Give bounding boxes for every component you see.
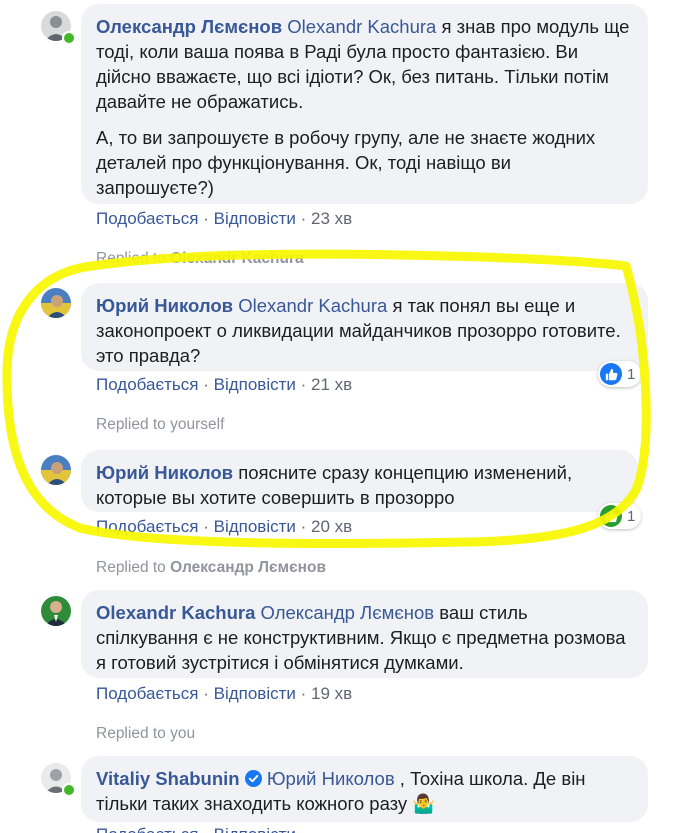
comment-time[interactable]: 20 хв bbox=[311, 517, 352, 536]
like-button[interactable]: Подобається bbox=[96, 209, 199, 228]
comment-text: Юрий Николов поясните сразу концепцию из… bbox=[96, 460, 622, 510]
like-button[interactable]: Подобається bbox=[96, 825, 199, 833]
online-status-indicator bbox=[62, 783, 76, 797]
reaction-summary[interactable]: 1 bbox=[598, 361, 642, 387]
replied-to-name[interactable]: Олександр Лємєнов bbox=[170, 559, 326, 576]
avatar-olexandr-kachura[interactable] bbox=[41, 596, 71, 626]
reply-button[interactable]: Відповісти bbox=[214, 209, 296, 228]
comment-bubble: Олександр Лємєнов Olexandr Kachura я зна… bbox=[81, 4, 648, 204]
reply-button[interactable]: Відповісти bbox=[214, 517, 296, 536]
comment-text: Олександр Лємєнов Olexandr Kachura я зна… bbox=[96, 14, 632, 114]
comment-text: Olexandr Kachura Олександр Лємєнов ваш с… bbox=[96, 600, 632, 675]
comment-actions: Подобається · Відповісти · 20 хв bbox=[96, 517, 353, 536]
replied-to-label: Replied to yourself bbox=[96, 416, 224, 434]
replied-prefix: Replied to bbox=[96, 559, 166, 576]
replied-to-label: Replied to Олександр Лємєнов bbox=[96, 559, 326, 577]
reply-button[interactable]: Відповісти bbox=[214, 825, 296, 833]
comment-bubble: Юрий Николов поясните сразу концепцию из… bbox=[81, 450, 638, 512]
like-button[interactable]: Подобається bbox=[96, 684, 199, 703]
comment-author[interactable]: Vitaliy Shabunin bbox=[96, 768, 240, 789]
thumbs-up-icon bbox=[600, 505, 622, 527]
comment-time[interactable]: 19 хв bbox=[311, 684, 352, 703]
verified-badge-icon bbox=[244, 770, 262, 787]
replied-to-name[interactable]: you bbox=[170, 725, 195, 742]
replied-to-name[interactable]: yourself bbox=[170, 416, 224, 433]
comment-mention[interactable]: Olexandr Kachura bbox=[287, 16, 436, 37]
reaction-count: 1 bbox=[627, 365, 636, 383]
comment-bubble: Юрий Николов Olexandr Kachura я так поня… bbox=[81, 283, 648, 371]
comment-author[interactable]: Олександр Лємєнов bbox=[96, 16, 282, 37]
comment-author[interactable]: Юрий Николов bbox=[96, 462, 233, 483]
comment-mention[interactable]: Olexandr Kachura bbox=[238, 295, 387, 316]
comment-actions: Подобається · Відповісти · 19 хв bbox=[96, 684, 353, 703]
reply-button[interactable]: Відповісти bbox=[214, 684, 296, 703]
comment-bubble: Vitaliy Shabunin Юрий Николов , Тохіна ш… bbox=[81, 756, 648, 822]
comment-actions: Подобається · Відповісти · 21 хв bbox=[96, 375, 353, 394]
avatar-yuriy-nikolov[interactable] bbox=[41, 288, 71, 318]
comment-author[interactable]: Olexandr Kachura bbox=[96, 602, 255, 623]
replied-prefix: Replied to bbox=[96, 250, 166, 267]
shrug-emoji-icon: 🤷‍♂️ bbox=[412, 793, 436, 814]
comment-text: Vitaliy Shabunin Юрий Николов , Тохіна ш… bbox=[96, 766, 632, 816]
replied-prefix: Replied to bbox=[96, 416, 166, 433]
comment-mention[interactable]: Юрий Николов bbox=[267, 768, 395, 789]
replied-to-label: Replied to Olexandr Kachura bbox=[96, 250, 304, 268]
comment-time[interactable]: 21 хв bbox=[311, 375, 352, 394]
reply-button[interactable]: Відповісти bbox=[214, 375, 296, 394]
reaction-count: 1 bbox=[627, 507, 636, 525]
comment-author[interactable]: Юрий Николов bbox=[96, 295, 233, 316]
comment-mention[interactable]: Олександр Лємєнов bbox=[261, 602, 435, 623]
comment-actions: Подобається · Відповісти · 23 хв bbox=[96, 209, 353, 228]
comment-actions-partial: Подобається · Відповісти bbox=[96, 825, 296, 833]
comment-bubble: Olexandr Kachura Олександр Лємєнов ваш с… bbox=[81, 590, 648, 678]
comment-text: Юрий Николов Olexandr Kachura я так поня… bbox=[96, 293, 632, 368]
like-button[interactable]: Подобається bbox=[96, 375, 199, 394]
avatar-yuriy-nikolov[interactable] bbox=[41, 455, 71, 485]
like-button[interactable]: Подобається bbox=[96, 517, 199, 536]
replied-prefix: Replied to bbox=[96, 725, 166, 742]
replied-to-name[interactable]: Olexandr Kachura bbox=[170, 250, 304, 267]
thumbs-up-icon bbox=[600, 363, 622, 385]
comment-body-paragraph: А, то ви запрошуєте в робочу групу, але … bbox=[96, 127, 596, 198]
online-status-indicator bbox=[62, 31, 76, 45]
reaction-summary[interactable]: 1 bbox=[598, 503, 642, 529]
comment-time[interactable]: 23 хв bbox=[311, 209, 352, 228]
replied-to-label: Replied to you bbox=[96, 725, 195, 743]
